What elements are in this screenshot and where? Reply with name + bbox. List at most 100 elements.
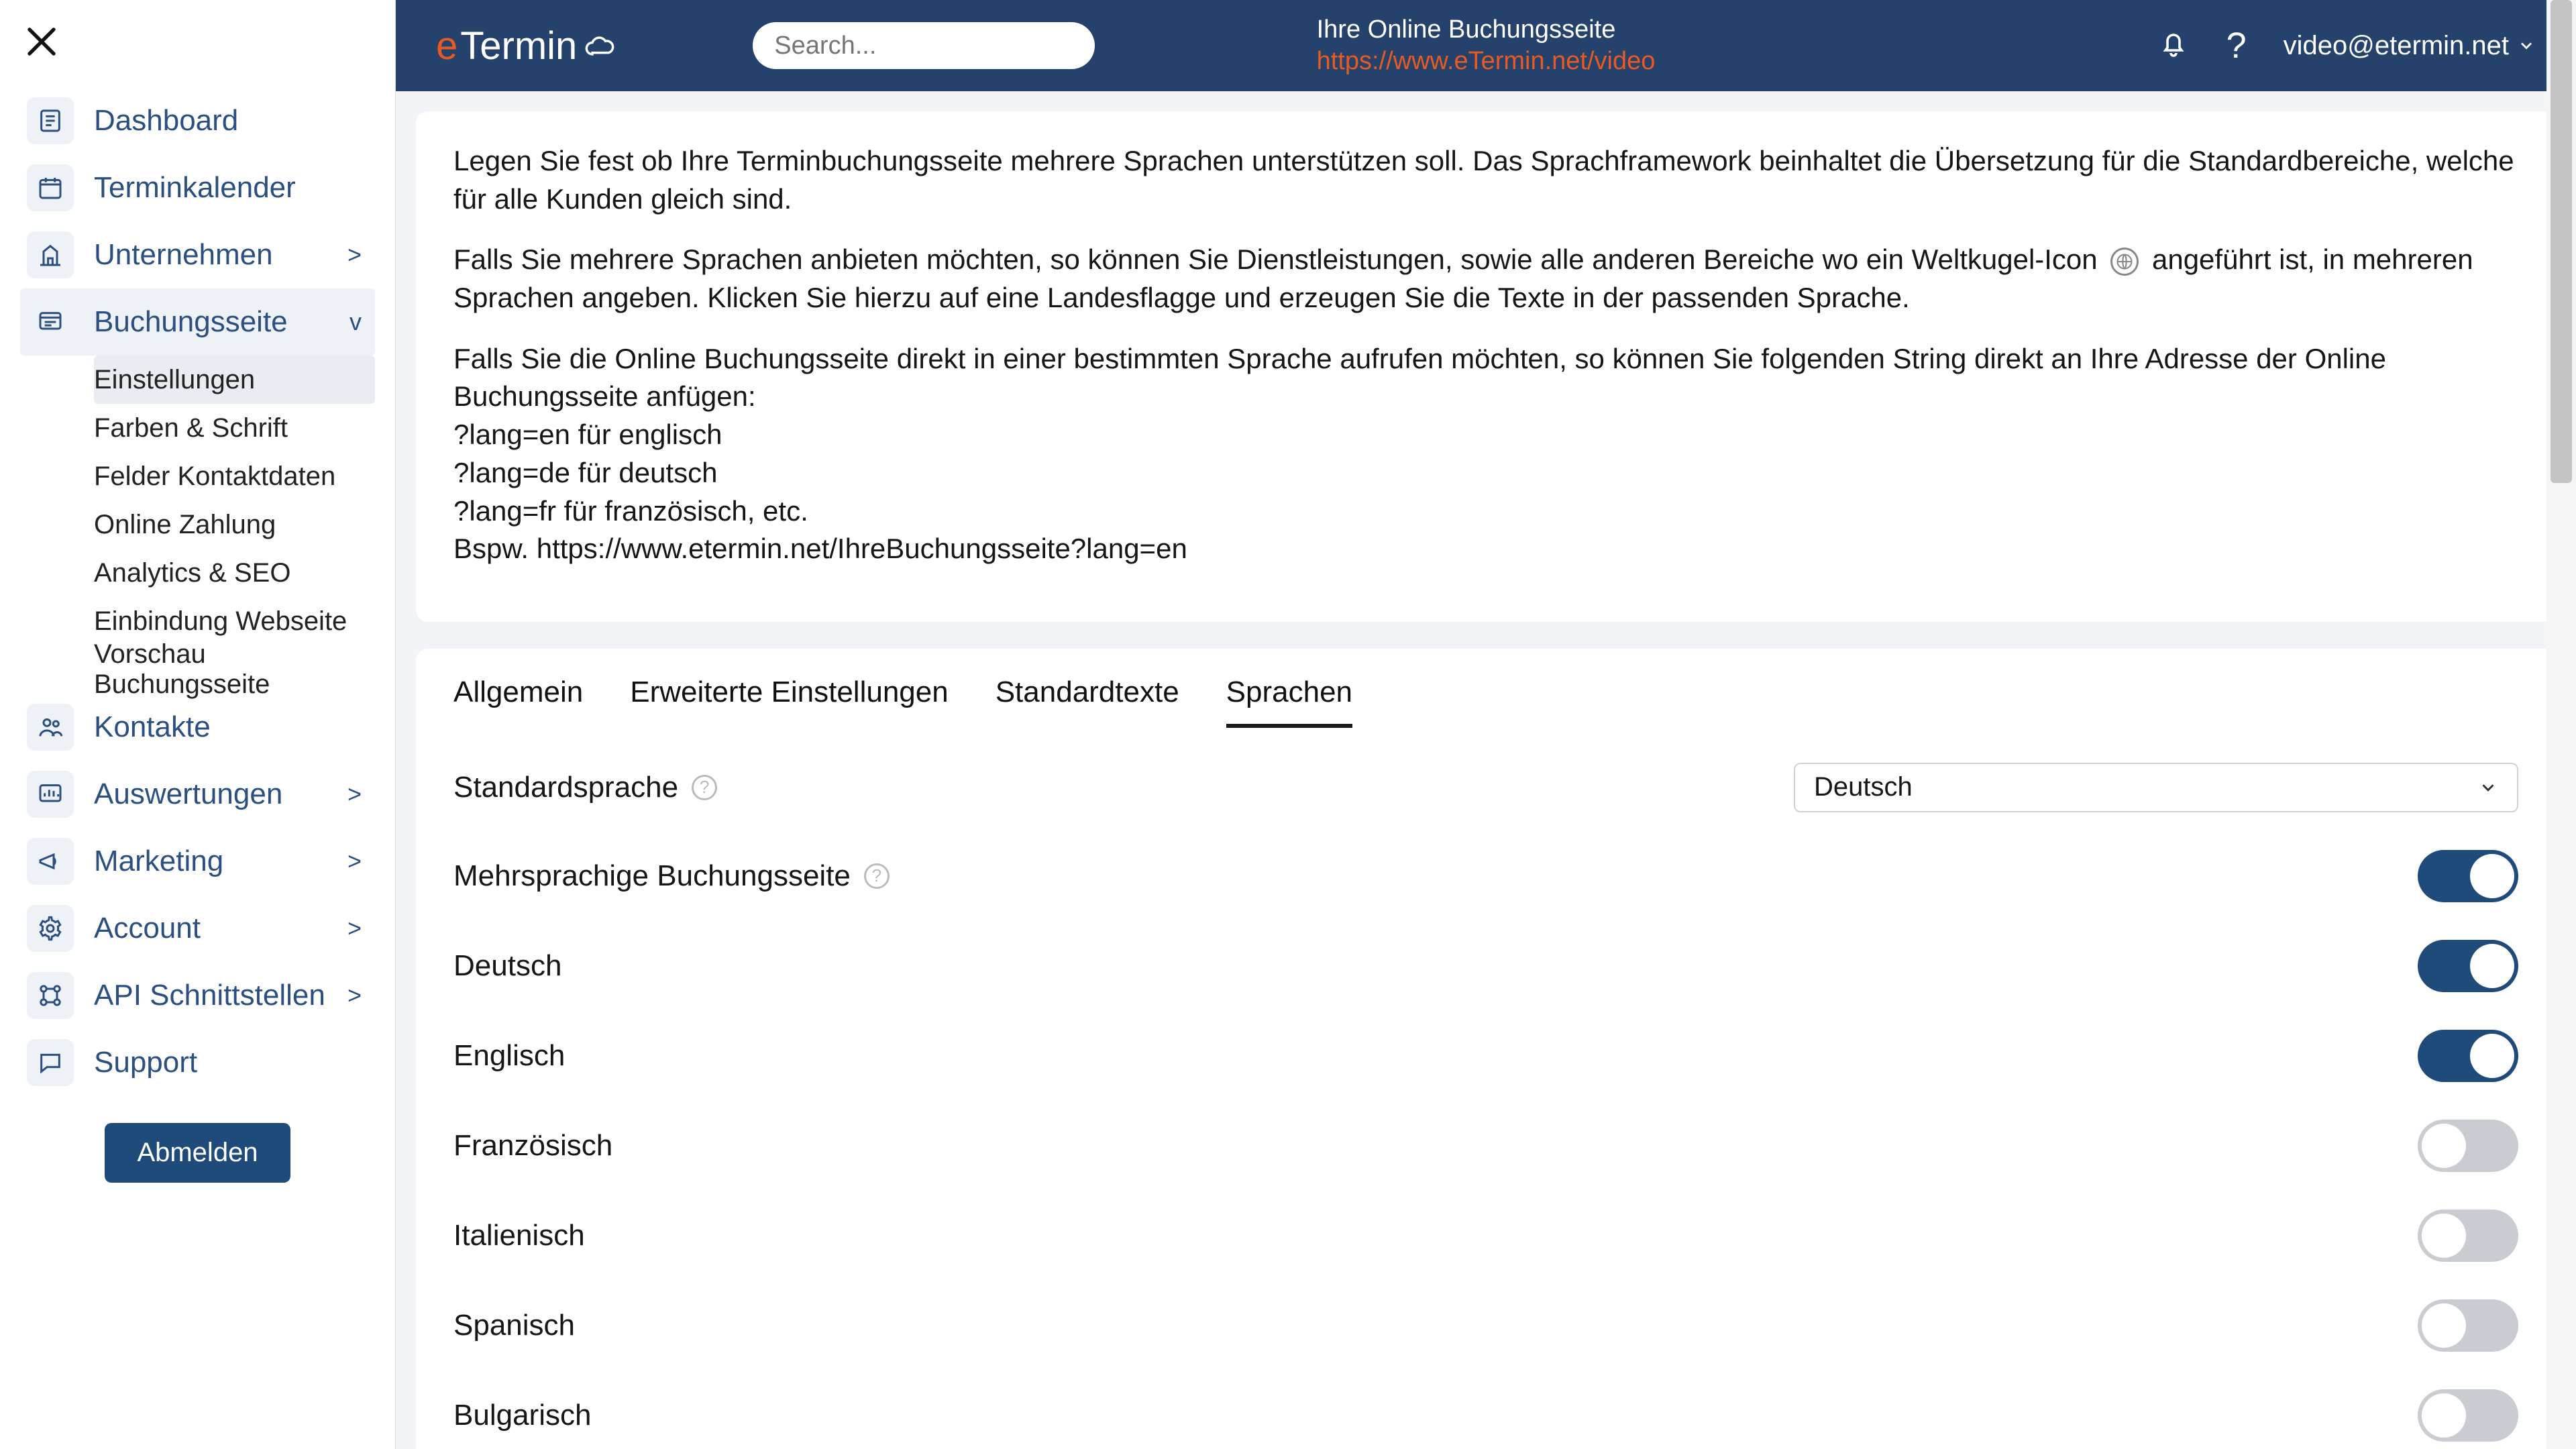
row-language: Französisch <box>453 1120 2518 1172</box>
row-language: Spanisch <box>453 1299 2518 1352</box>
subnav-item-preview[interactable]: Vorschau Buchungsseite <box>94 645 375 694</box>
sidebar-item-marketing[interactable]: Marketing > <box>20 828 375 895</box>
info-paragraph-1: Legen Sie fest ob Ihre Terminbuchungssei… <box>453 142 2518 218</box>
company-icon <box>27 231 74 278</box>
subnav-item-embed[interactable]: Einbindung Webseite <box>94 597 375 645</box>
calendar-icon <box>27 164 74 211</box>
label-text: Mehrsprachige Buchungsseite <box>453 859 851 893</box>
label-text: Englisch <box>453 1039 565 1073</box>
chevron-right-icon: > <box>347 241 375 269</box>
toggle-language-fr[interactable] <box>2418 1120 2518 1172</box>
search-box[interactable] <box>753 22 1095 69</box>
chevron-right-icon: > <box>347 847 375 875</box>
globe-icon <box>2110 248 2139 276</box>
support-icon <box>27 1039 74 1086</box>
row-language: Italienisch <box>453 1210 2518 1262</box>
subnav-label: Analytics & SEO <box>94 558 290 588</box>
row-multilang: Mehrsprachige Buchungsseite ? <box>453 850 2518 902</box>
toggle-language-it[interactable] <box>2418 1210 2518 1262</box>
booking-page-url: https://www.eTermin.net/video <box>1317 46 1656 78</box>
chevron-down-icon <box>2478 777 2498 798</box>
search-input[interactable] <box>773 31 1075 61</box>
default-language-select[interactable]: Deutsch <box>1794 763 2518 812</box>
tabs: Allgemein Erweiterte Einstellungen Stand… <box>416 649 2556 729</box>
chevron-right-icon: > <box>347 981 375 1010</box>
label-text: Bulgarisch <box>453 1399 591 1432</box>
sidebar-item-calendar[interactable]: Terminkalender <box>20 154 375 221</box>
reports-icon <box>27 771 74 818</box>
sidebar-nav: Dashboard Terminkalender Unternehmen > B… <box>20 87 375 1183</box>
account-icon <box>27 905 74 952</box>
subnav-item-colors[interactable]: Farben & Schrift <box>94 404 375 452</box>
subnav-item-settings[interactable]: Einstellungen <box>94 356 375 404</box>
tab-standardtexts[interactable]: Standardtexte <box>996 676 1179 728</box>
help-icon[interactable]: ? <box>2226 25 2247 66</box>
booking-page-link[interactable]: Ihre Online Buchungsseite https://www.eT… <box>1317 14 1656 78</box>
label-text: Italienisch <box>453 1219 585 1252</box>
sidebar-item-dashboard[interactable]: Dashboard <box>20 87 375 154</box>
sidebar-item-label: Support <box>94 1046 197 1079</box>
page-scrollbar[interactable] <box>2546 0 2576 1449</box>
chevron-down-icon: v <box>350 308 375 336</box>
subnav-item-contact-fields[interactable]: Felder Kontaktdaten <box>94 452 375 500</box>
logout-button[interactable]: Abmelden <box>105 1123 290 1183</box>
sidebar-item-reports[interactable]: Auswertungen > <box>20 761 375 828</box>
app-logo[interactable]: eTermin <box>436 23 619 68</box>
logo-text: Termin <box>460 23 577 68</box>
label-text: Französisch <box>453 1129 612 1163</box>
sidebar-item-label: Auswertungen <box>94 777 282 811</box>
sidebar-item-account[interactable]: Account > <box>20 895 375 962</box>
info-paragraph-2: Falls Sie mehrere Sprachen anbieten möch… <box>453 241 2518 317</box>
sidebar-item-label: Unternehmen <box>94 238 273 272</box>
user-menu[interactable]: video@etermin.net <box>2284 31 2536 61</box>
sidebar-item-label: Account <box>94 912 201 945</box>
sidebar-item-support[interactable]: Support <box>20 1029 375 1096</box>
content-area: Legen Sie fest ob Ihre Terminbuchungssei… <box>396 91 2576 1449</box>
tab-languages[interactable]: Sprachen <box>1226 676 1352 728</box>
sidebar-item-contacts[interactable]: Kontakte <box>20 694 375 761</box>
info-paragraph-3: Falls Sie die Online Buchungsseite direk… <box>453 340 2518 568</box>
sidebar-item-label: API Schnittstellen <box>94 979 325 1012</box>
subnav-item-analytics[interactable]: Analytics & SEO <box>94 549 375 597</box>
sidebar-item-bookingpage[interactable]: Buchungsseite v <box>20 288 375 356</box>
sidebar-item-label: Terminkalender <box>94 171 296 205</box>
tab-advanced[interactable]: Erweiterte Einstellungen <box>630 676 948 728</box>
sidebar-item-label: Kontakte <box>94 710 211 744</box>
select-value: Deutsch <box>1814 772 1913 802</box>
settings-list: Standardsprache ? Deutsch Mehrsprachige … <box>416 729 2556 1449</box>
sidebar-item-label: Marketing <box>94 845 223 878</box>
info-text: Falls Sie mehrere Sprachen anbieten möch… <box>453 244 2105 275</box>
user-email-text: video@etermin.net <box>2284 31 2509 61</box>
subnav-label: Farben & Schrift <box>94 413 288 443</box>
subnav-label: Einbindung Webseite <box>94 606 347 637</box>
contacts-icon <box>27 704 74 751</box>
close-icon[interactable] <box>23 23 60 63</box>
row-language: Bulgarisch <box>453 1389 2518 1442</box>
toggle-language-en[interactable] <box>2418 1030 2518 1082</box>
toggle-language-bg[interactable] <box>2418 1389 2518 1442</box>
marketing-icon <box>27 838 74 885</box>
label-text: Standardsprache <box>453 771 678 804</box>
subnav-label: Online Zahlung <box>94 510 276 540</box>
help-icon[interactable]: ? <box>692 775 717 800</box>
bell-icon[interactable] <box>2157 26 2190 66</box>
label-text: Deutsch <box>453 949 561 983</box>
sidebar-item-company[interactable]: Unternehmen > <box>20 221 375 288</box>
bookingpage-icon <box>27 299 74 345</box>
toggle-multilang[interactable] <box>2418 850 2518 902</box>
sidebar-item-label: Buchungsseite <box>94 305 288 339</box>
subnav-item-online-payment[interactable]: Online Zahlung <box>94 500 375 549</box>
sidebar-subnav-bookingpage: Einstellungen Farben & Schrift Felder Ko… <box>20 356 375 694</box>
chevron-right-icon: > <box>347 914 375 943</box>
api-icon <box>27 972 74 1019</box>
booking-page-label: Ihre Online Buchungsseite <box>1317 14 1656 46</box>
sidebar-item-api[interactable]: API Schnittstellen > <box>20 962 375 1029</box>
toggle-language-es[interactable] <box>2418 1299 2518 1352</box>
subnav-label: Felder Kontaktdaten <box>94 462 335 492</box>
settings-panel: Allgemein Erweiterte Einstellungen Stand… <box>416 649 2556 1449</box>
tab-general[interactable]: Allgemein <box>453 676 583 728</box>
scrollbar-thumb[interactable] <box>2551 0 2572 483</box>
toggle-language-de[interactable] <box>2418 940 2518 992</box>
chevron-down-icon <box>2517 36 2536 55</box>
help-icon[interactable]: ? <box>864 863 890 889</box>
